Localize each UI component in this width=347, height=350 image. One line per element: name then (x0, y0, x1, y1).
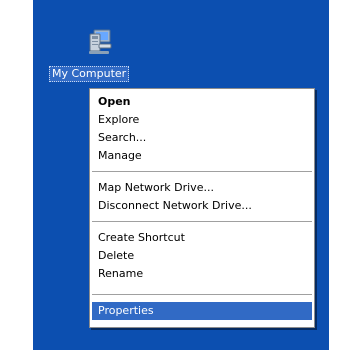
menu-separator (92, 171, 312, 172)
menu-item-explore[interactable]: Explore (92, 111, 312, 129)
menu-item-map-network-drive[interactable]: Map Network Drive... (92, 179, 312, 197)
my-computer-desktop-icon[interactable]: My Computer (47, 24, 139, 82)
menu-item-create-shortcut[interactable]: Create Shortcut (92, 229, 312, 247)
menu-item-delete[interactable]: Delete (92, 247, 312, 265)
menu-separator (92, 221, 312, 222)
menu-item-manage[interactable]: Manage (92, 147, 312, 165)
menu-item-search[interactable]: Search... (92, 129, 312, 147)
menu-item-disconnect-network-drive[interactable]: Disconnect Network Drive... (92, 197, 312, 215)
menu-separator (92, 294, 312, 295)
menu-item-properties[interactable]: Properties (92, 302, 312, 320)
context-menu: Open Explore Search... Manage Map Networ… (89, 88, 315, 328)
my-computer-icon (89, 29, 112, 54)
desktop: My Computer Open Explore Search... Manag… (33, 0, 329, 350)
menu-item-open[interactable]: Open (92, 93, 312, 111)
my-computer-label: My Computer (49, 66, 130, 82)
menu-item-rename[interactable]: Rename (92, 265, 312, 283)
